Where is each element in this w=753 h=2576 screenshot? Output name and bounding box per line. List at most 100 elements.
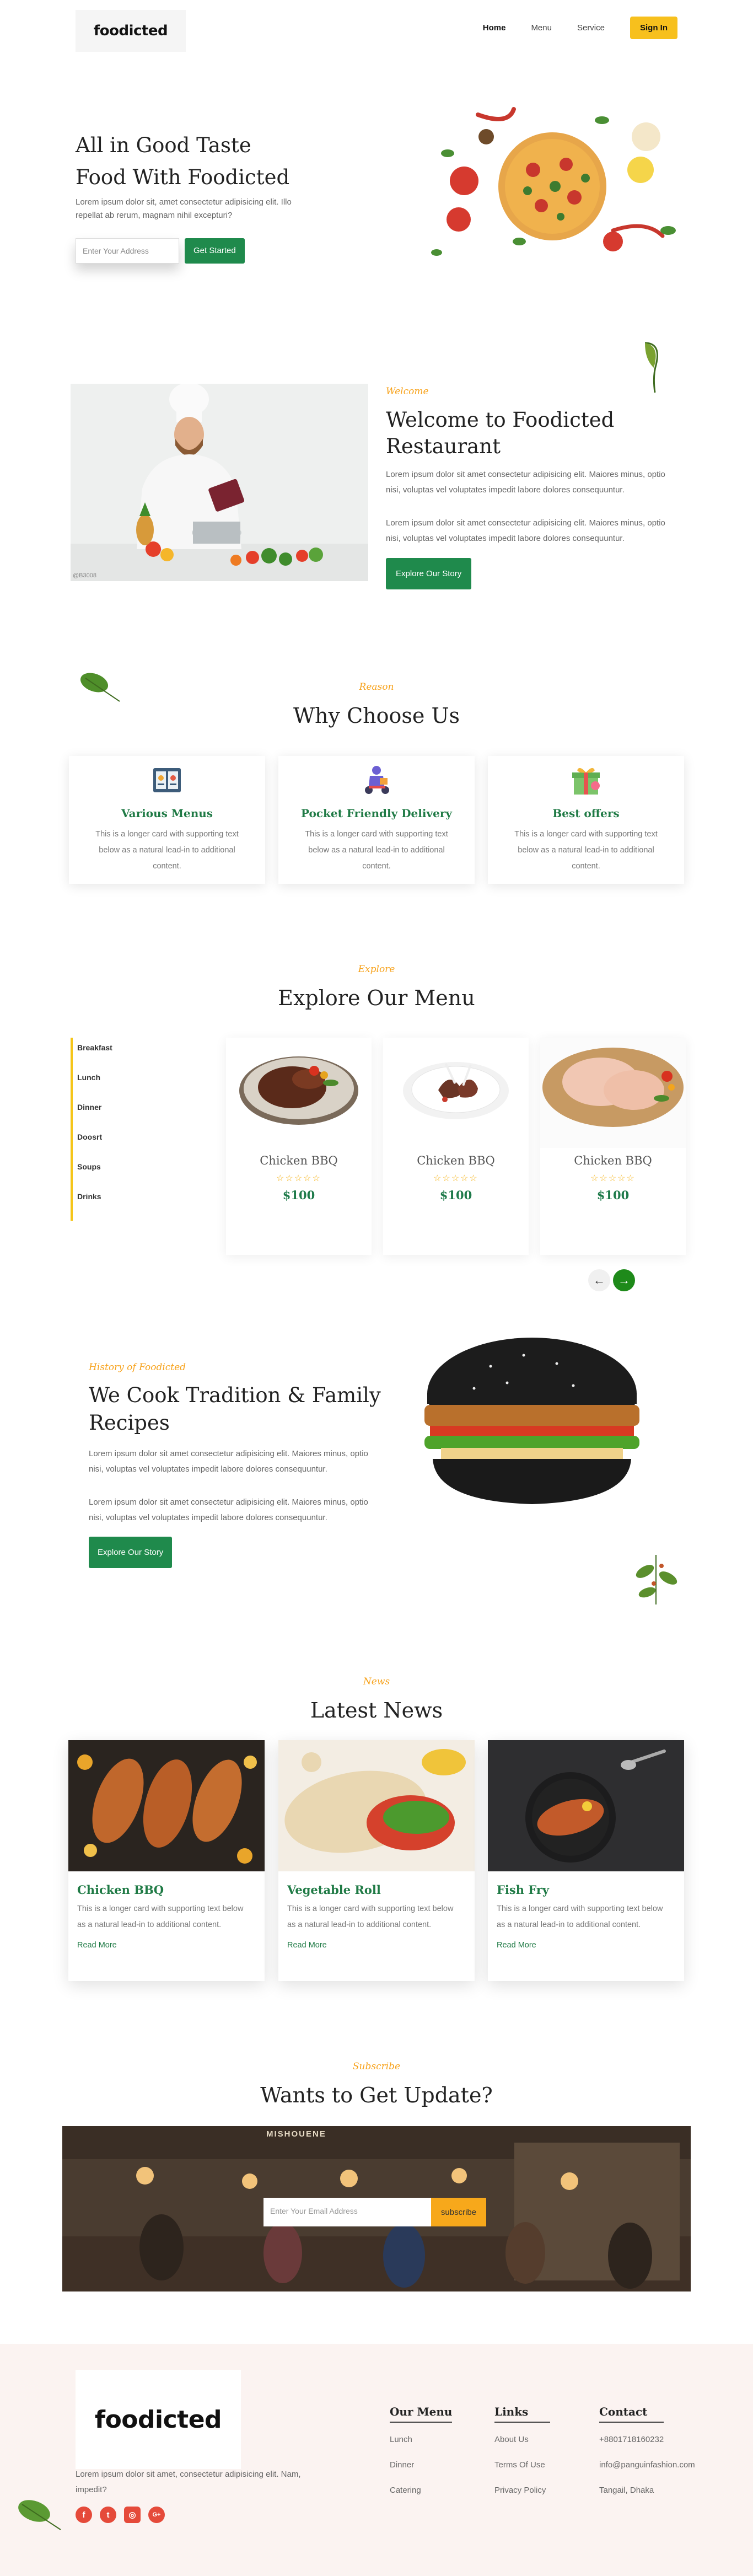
news-item-title: Vegetable Roll xyxy=(287,1883,381,1897)
subscribe-button[interactable]: subscribe xyxy=(431,2198,486,2226)
leaf-decoration-icon xyxy=(636,1555,677,1604)
feature-title: Pocket Friendly Delivery xyxy=(301,807,452,820)
menu-category-drinks[interactable]: Drinks xyxy=(77,1192,112,1222)
feature-text: This is a longer card with supporting te… xyxy=(95,830,239,871)
gift-icon xyxy=(572,768,600,795)
burger-image xyxy=(424,1338,639,1504)
read-more-link[interactable]: Read More xyxy=(77,1941,265,1950)
twitter-icon[interactable]: t xyxy=(100,2507,116,2523)
feature-card: Pocket Friendly Delivery This is a longe… xyxy=(278,756,475,884)
footer-link[interactable]: Privacy Policy xyxy=(494,2486,550,2511)
footer-description: Lorem ipsum dolor sit amet, consectetur … xyxy=(76,2470,301,2494)
footer-heading: Contact xyxy=(599,2405,664,2423)
footer-link[interactable]: Catering xyxy=(390,2486,452,2511)
footer-link[interactable]: Terms Of Use xyxy=(494,2460,550,2486)
news-item-text: This is a longer card with supporting te… xyxy=(77,1904,244,1929)
hero-title-line-2: Food With Foodicted xyxy=(76,165,290,189)
menu-book-icon xyxy=(153,768,181,792)
menu-accent: Explore xyxy=(358,964,395,975)
feature-text: This is a longer card with supporting te… xyxy=(514,830,658,871)
rating-stars: ☆☆☆☆☆ xyxy=(590,1174,636,1183)
news-item-text: This is a longer card with supporting te… xyxy=(497,1904,663,1929)
history-paragraph-1: Lorem ipsum dolor sit amet consectetur a… xyxy=(89,1449,368,1474)
dish-image xyxy=(540,1038,686,1148)
dish-image xyxy=(239,1056,358,1125)
footer-link[interactable]: Dinner xyxy=(390,2460,452,2486)
image-caption: @B3008 xyxy=(73,572,96,579)
news-card[interactable]: Fish Fry This is a longer card with supp… xyxy=(488,1740,684,1981)
explore-story-button[interactable]: Explore Our Story xyxy=(89,1537,173,1568)
menu-title: Explore Our Menu xyxy=(278,986,475,1010)
menu-category-indicator xyxy=(71,1038,73,1221)
menu-category-dessert[interactable]: Doosrt xyxy=(77,1133,112,1162)
news-image xyxy=(278,1740,475,1871)
get-started-button[interactable]: Get Started xyxy=(185,238,245,264)
dish-price: $100 xyxy=(439,1188,472,1202)
menu-category-soups[interactable]: Soups xyxy=(77,1162,112,1192)
news-image xyxy=(68,1740,265,1871)
menu-category-list: Breakfast Lunch Dinner Doosrt Soups Drin… xyxy=(77,1043,112,1222)
menu-category-dinner[interactable]: Dinner xyxy=(77,1103,112,1133)
news-card[interactable]: Chicken BBQ This is a longer card with s… xyxy=(68,1740,265,1981)
feature-text: This is a longer card with supporting te… xyxy=(305,830,448,871)
google-plus-icon[interactable]: G+ xyxy=(148,2507,165,2523)
history-accent: History of Foodicted xyxy=(89,1362,186,1373)
feature-card: Various Menus This is a longer card with… xyxy=(69,756,265,884)
footer-column-links: Links About Us Terms Of Use Privacy Poli… xyxy=(494,2405,551,2511)
hero-title: All in Good Taste Food With Foodicted xyxy=(76,130,289,194)
welcome-accent: Welcome xyxy=(386,386,429,397)
footer-column-menu: Our Menu Lunch Dinner Catering xyxy=(390,2405,453,2511)
dish-name: Chicken BBQ xyxy=(417,1154,495,1167)
dish-card[interactable]: Chicken BBQ ☆☆☆☆☆ $100 xyxy=(383,1038,529,1255)
menu-category-lunch[interactable]: Lunch xyxy=(77,1073,112,1103)
subscribe-accent: Subscribe xyxy=(352,2061,401,2072)
read-more-link[interactable]: Read More xyxy=(287,1941,475,1950)
hero-title-line-1: All in Good Taste xyxy=(76,133,251,157)
news-item-title: Chicken BBQ xyxy=(77,1883,164,1897)
read-more-link[interactable]: Read More xyxy=(497,1941,684,1950)
footer-logo[interactable]: foodicted xyxy=(76,2370,241,2469)
address-input[interactable]: Enter Your Address xyxy=(76,238,179,264)
dish-card[interactable]: Chicken BBQ ☆☆☆☆☆ $100 xyxy=(540,1038,686,1255)
news-item-title: Fish Fry xyxy=(497,1883,550,1897)
footer-column-contact: Contact +8801718160232 info@panguinfashi… xyxy=(599,2405,695,2511)
dish-card[interactable]: Chicken BBQ ☆☆☆☆☆ $100 xyxy=(226,1038,372,1255)
brand-logo-text: foodicted xyxy=(93,23,168,39)
contact-phone[interactable]: +8801718160232 xyxy=(599,2435,695,2460)
facebook-icon[interactable]: f xyxy=(76,2507,92,2523)
sign-in-button[interactable]: Sign In xyxy=(630,17,677,39)
restaurant-sign: MISHOUENE xyxy=(266,2129,326,2139)
footer-heading: Our Menu xyxy=(390,2405,453,2423)
feature-card: Best offers This is a longer card with s… xyxy=(488,756,684,884)
chef-image: @B3008 xyxy=(71,384,368,581)
history-title: We Cook Tradition & Family Recipes xyxy=(89,1383,381,1435)
rating-stars: ☆☆☆☆☆ xyxy=(276,1174,321,1183)
feature-title: Various Menus xyxy=(121,807,213,820)
welcome-paragraph-1: Lorem ipsum dolor sit amet consectetur a… xyxy=(386,470,665,495)
nav-service[interactable]: Service xyxy=(577,23,605,33)
dish-name: Chicken BBQ xyxy=(574,1154,652,1167)
email-input[interactable]: Enter Your Email Address xyxy=(263,2198,431,2226)
delivery-scooter-icon xyxy=(365,766,389,794)
why-accent: Reason xyxy=(359,681,394,693)
brand-logo[interactable]: foodicted xyxy=(76,10,186,52)
carousel-next-button[interactable]: → xyxy=(613,1269,635,1291)
news-title: Latest News xyxy=(310,1698,443,1722)
footer-link[interactable]: About Us xyxy=(494,2435,550,2460)
social-links: f t ◎ G+ xyxy=(76,2507,165,2523)
news-card[interactable]: Vegetable Roll This is a longer card wit… xyxy=(278,1740,475,1981)
news-item-text: This is a longer card with supporting te… xyxy=(287,1904,454,1929)
nav-menu[interactable]: Menu xyxy=(531,23,552,33)
contact-email[interactable]: info@panguinfashion.com xyxy=(599,2460,695,2486)
nav-home[interactable]: Home xyxy=(483,23,506,33)
leaf-decoration-icon xyxy=(18,2500,61,2530)
history-paragraph-2: Lorem ipsum dolor sit amet consectetur a… xyxy=(89,1498,368,1522)
footer-link[interactable]: Lunch xyxy=(390,2435,452,2460)
instagram-icon[interactable]: ◎ xyxy=(124,2507,141,2523)
explore-story-button[interactable]: Explore Our Story xyxy=(386,558,472,589)
carousel-prev-button[interactable]: ← xyxy=(588,1269,610,1291)
hero-text: Lorem ipsum dolor sit, amet consectetur … xyxy=(76,197,292,220)
hero-address-form: Enter Your Address Get Started xyxy=(76,238,245,264)
contact-address: Tangail, Dhaka xyxy=(599,2486,654,2495)
menu-category-breakfast[interactable]: Breakfast xyxy=(77,1043,112,1073)
